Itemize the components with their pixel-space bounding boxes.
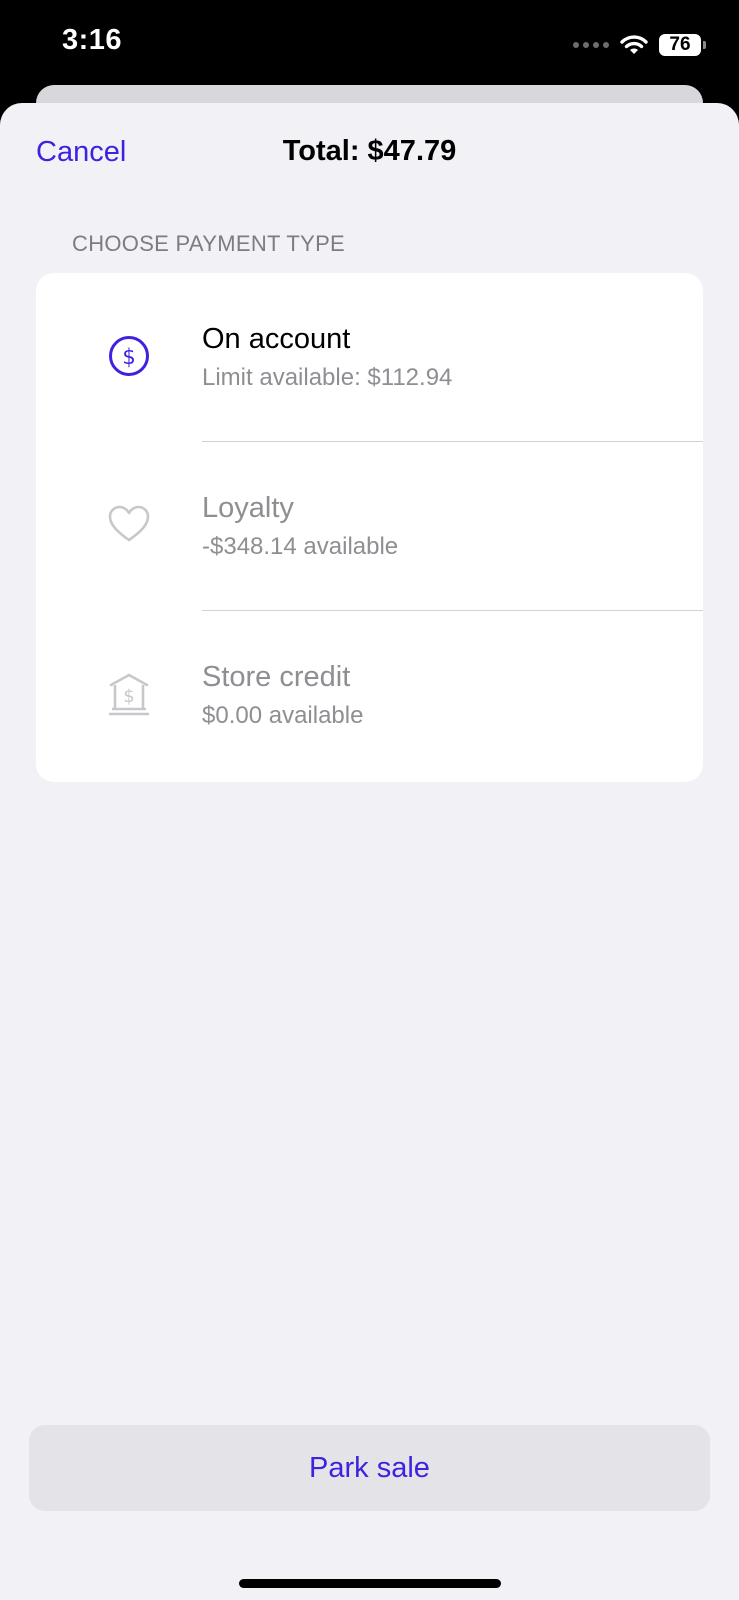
payment-sheet: Total: $47.79 Cancel CHOOSE PAYMENT TYPE… bbox=[0, 103, 739, 1600]
option-title: Store credit bbox=[202, 661, 351, 693]
option-title: Loyalty bbox=[202, 492, 294, 524]
screen: 3:16 76 Total: $47.79 Cancel CHOOSE PAYM… bbox=[0, 0, 739, 1600]
heart-icon bbox=[108, 505, 150, 542]
payment-option-store-credit[interactable]: $ Store credit $0.00 available bbox=[36, 611, 703, 780]
option-subtitle: -$348.14 available bbox=[202, 533, 399, 560]
battery-icon: 76 bbox=[659, 34, 706, 56]
cancel-button[interactable]: Cancel bbox=[36, 136, 126, 169]
status-icons: 76 bbox=[573, 30, 706, 60]
option-subtitle: $0.00 available bbox=[202, 702, 364, 729]
payment-option-loyalty[interactable]: Loyalty -$348.14 available bbox=[36, 442, 703, 611]
svg-text:$: $ bbox=[122, 345, 135, 369]
home-indicator bbox=[239, 1579, 501, 1588]
payment-options-list: $ On account Limit available: $112.94 Lo… bbox=[36, 273, 703, 782]
battery-level: 76 bbox=[669, 34, 691, 55]
status-time: 3:16 bbox=[62, 24, 123, 56]
wifi-icon bbox=[620, 35, 648, 54]
section-title: CHOOSE PAYMENT TYPE bbox=[72, 231, 346, 256]
park-sale-button[interactable]: Park sale bbox=[29, 1425, 710, 1511]
dollar-circle-icon: $ bbox=[109, 336, 149, 376]
payment-option-on-account[interactable]: $ On account Limit available: $112.94 bbox=[36, 273, 703, 442]
svg-text:$: $ bbox=[123, 686, 134, 707]
option-subtitle: Limit available: $112.94 bbox=[202, 364, 453, 391]
bank-dollar-icon: $ bbox=[109, 673, 149, 716]
option-title: On account bbox=[202, 323, 351, 355]
signal-icon bbox=[573, 42, 609, 48]
